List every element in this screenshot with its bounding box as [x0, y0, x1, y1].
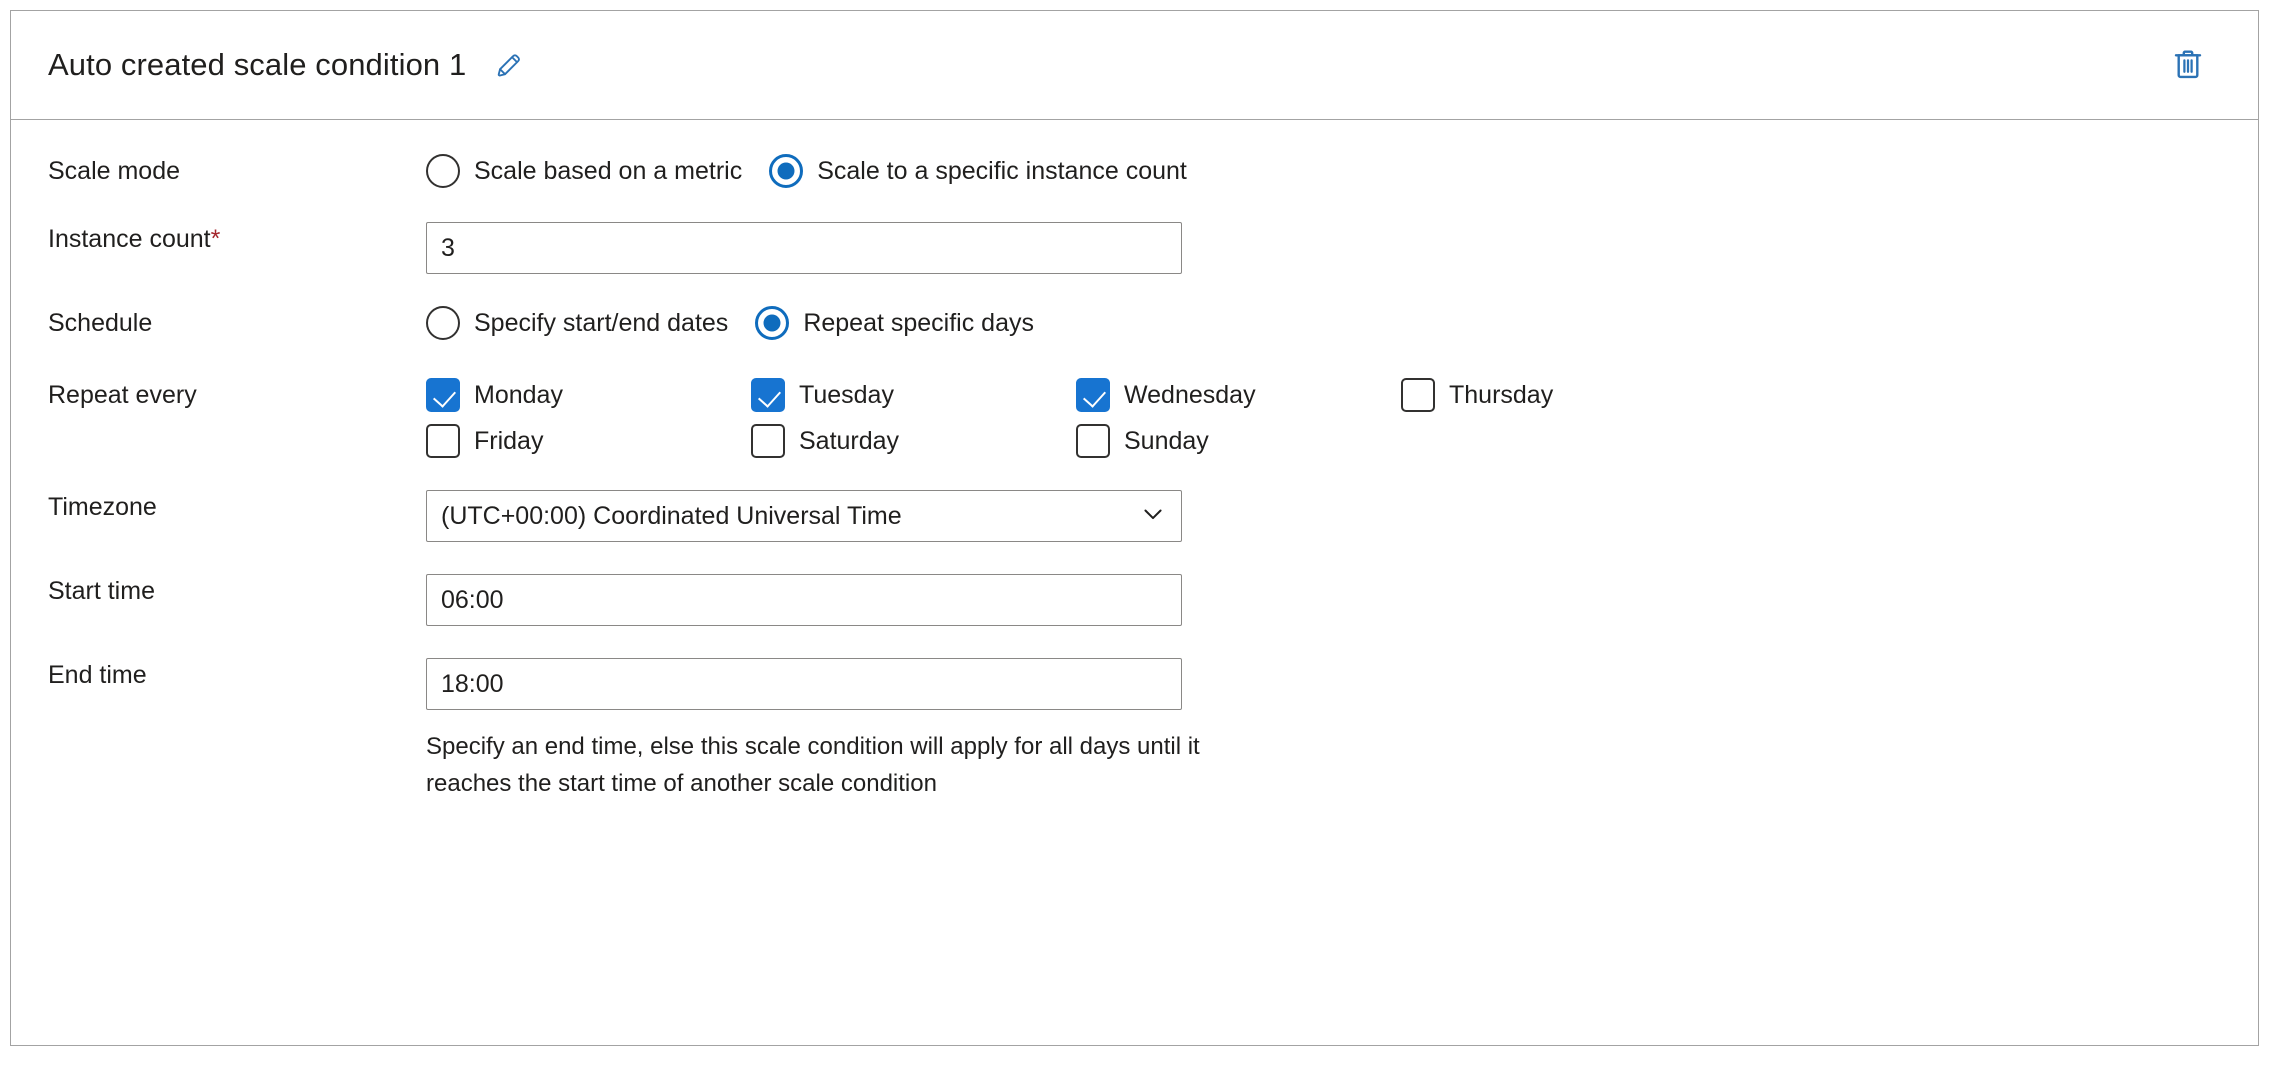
row-schedule: Schedule Specify start/end dates Repeat …	[11, 306, 2258, 340]
row-start-time: Start time	[11, 574, 2258, 626]
checkbox-tuesday[interactable]: Tuesday	[751, 378, 1076, 412]
instance-count-label: Instance count*	[11, 222, 426, 256]
schedule-radio-group: Specify start/end dates Repeat specific …	[426, 306, 2258, 340]
checkbox-unchecked-icon	[751, 424, 785, 458]
checkbox-label: Tuesday	[799, 381, 894, 409]
end-time-field: Specify an end time, else this scale con…	[426, 658, 2258, 802]
checkbox-sunday[interactable]: Sunday	[1076, 424, 1401, 458]
timezone-selected-value: (UTC+00:00) Coordinated Universal Time	[441, 501, 902, 530]
checkbox-unchecked-icon	[426, 424, 460, 458]
radio-scale-based-on-metric[interactable]: Scale based on a metric	[426, 154, 742, 188]
scale-mode-label: Scale mode	[48, 157, 181, 185]
repeat-every-field: Monday Tuesday Wednesday Thursday Friday…	[426, 378, 2258, 458]
radio-label: Repeat specific days	[803, 309, 1034, 337]
radio-unselected-icon	[426, 306, 460, 340]
checkbox-thursday[interactable]: Thursday	[1401, 378, 1726, 412]
checkbox-wednesday[interactable]: Wednesday	[1076, 378, 1401, 412]
scale-mode-field: Scale based on a metric Scale to a speci…	[426, 154, 2258, 188]
checkbox-monday[interactable]: Monday	[426, 378, 751, 412]
row-end-time: End time Specify an end time, else this …	[11, 658, 2258, 802]
day-checkbox-grid: Monday Tuesday Wednesday Thursday Friday…	[426, 378, 2258, 458]
checkbox-label: Saturday	[799, 427, 900, 455]
checkbox-checked-icon	[751, 378, 785, 412]
checkbox-label: Wednesday	[1124, 381, 1256, 409]
helper-text-line-2: reaches the start time of another scale …	[426, 770, 937, 797]
checkbox-checked-icon	[1076, 378, 1110, 412]
checkbox-saturday[interactable]: Saturday	[751, 424, 1076, 458]
radio-label: Scale based on a metric	[474, 157, 743, 185]
radio-selected-icon	[755, 306, 790, 340]
row-timezone: Timezone (UTC+00:00) Coordinated Univers…	[11, 490, 2258, 542]
scale-condition-panel: Auto created scale condition 1 Scale mod…	[10, 10, 2259, 1046]
radio-specify-start-end-dates[interactable]: Specify start/end dates	[426, 306, 728, 340]
checkbox-unchecked-icon	[1401, 378, 1435, 412]
required-asterisk: *	[210, 225, 221, 253]
checkbox-label: Sunday	[1124, 427, 1209, 455]
timezone-dropdown[interactable]: (UTC+00:00) Coordinated Universal Time	[426, 490, 1182, 542]
checkbox-label: Thursday	[1449, 381, 1554, 409]
helper-text-line-1: Specify an end time, else this scale con…	[426, 733, 1200, 760]
checkbox-checked-icon	[426, 378, 460, 412]
timezone-field: (UTC+00:00) Coordinated Universal Time	[426, 490, 2258, 542]
scale-mode-radio-group: Scale based on a metric Scale to a speci…	[426, 154, 2258, 188]
edit-title-button[interactable]	[487, 43, 531, 87]
page-title: Auto created scale condition 1	[48, 47, 467, 82]
row-instance-count: Instance count*	[11, 222, 2258, 274]
instance-count-field	[426, 222, 2258, 274]
row-scale-mode: Scale mode Scale based on a metric Scale…	[11, 154, 2258, 188]
end-time-label: End time	[48, 661, 147, 689]
radio-selected-icon	[769, 154, 804, 188]
instance-count-input[interactable]	[426, 222, 1182, 274]
radio-label: Specify start/end dates	[474, 309, 729, 337]
checkbox-unchecked-icon	[1076, 424, 1110, 458]
start-time-label: Start time	[48, 577, 155, 605]
row-repeat-every: Repeat every Monday Tuesday Wednesday Th…	[11, 378, 2258, 458]
instance-count-label-text: Instance count	[48, 225, 211, 253]
checkbox-label: Monday	[474, 381, 563, 409]
start-time-input[interactable]	[426, 574, 1182, 626]
repeat-every-label: Repeat every	[48, 381, 197, 409]
panel-body: Scale mode Scale based on a metric Scale…	[11, 120, 2258, 802]
radio-unselected-icon	[426, 154, 460, 188]
delete-scale-condition-button[interactable]	[2162, 39, 2214, 91]
pencil-icon	[494, 49, 524, 82]
start-time-field	[426, 574, 2258, 626]
chevron-down-icon	[1139, 500, 1167, 533]
radio-repeat-specific-days[interactable]: Repeat specific days	[755, 306, 1034, 340]
end-time-input[interactable]	[426, 658, 1182, 710]
trash-icon	[2170, 46, 2206, 85]
end-time-helper-text: Specify an end time, else this scale con…	[426, 728, 1226, 802]
checkbox-friday[interactable]: Friday	[426, 424, 751, 458]
schedule-label: Schedule	[48, 309, 153, 337]
timezone-label: Timezone	[48, 493, 157, 521]
panel-header: Auto created scale condition 1	[11, 11, 2258, 120]
radio-label: Scale to a specific instance count	[817, 157, 1187, 185]
checkbox-label: Friday	[474, 427, 544, 455]
radio-scale-to-specific-instance-count[interactable]: Scale to a specific instance count	[769, 154, 1187, 188]
schedule-field: Specify start/end dates Repeat specific …	[426, 306, 2258, 340]
